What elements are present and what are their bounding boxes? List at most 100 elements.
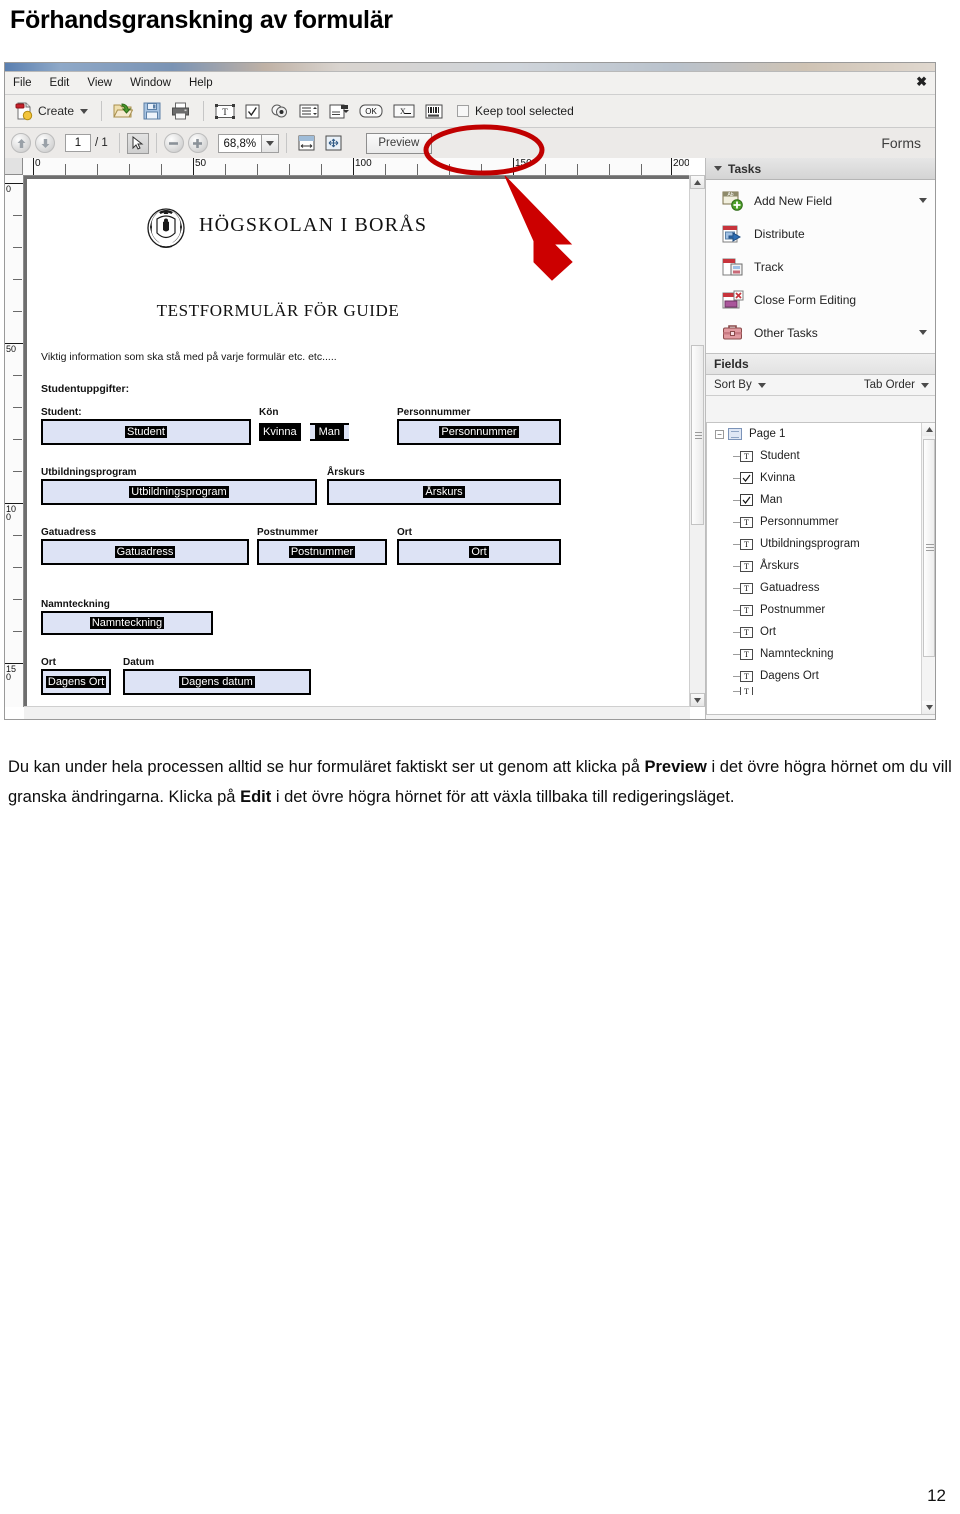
field-group-postnummer: Postnummer Postnummer bbox=[257, 527, 387, 565]
keep-tool-selected-checkbox[interactable]: Keep tool selected bbox=[457, 104, 574, 118]
window-body: 0 50 100 150 200 0 50 100 150 HÖGSKOLAN … bbox=[5, 158, 935, 719]
tab-order-dropdown[interactable]: Tab Order bbox=[864, 379, 929, 391]
tree-node-personnummer[interactable]: T Personnummer bbox=[707, 511, 922, 533]
chevron-down-icon[interactable] bbox=[919, 330, 927, 335]
text-field-icon: T bbox=[740, 516, 753, 528]
toolbar-separator bbox=[285, 133, 287, 153]
text-field-icon: T bbox=[740, 604, 753, 616]
checkbox-box[interactable] bbox=[457, 105, 470, 117]
zoom-out-button[interactable] bbox=[163, 133, 184, 153]
scroll-down-icon[interactable] bbox=[922, 701, 935, 714]
page-number-input[interactable]: 1 bbox=[65, 134, 91, 152]
fields-panel-header[interactable]: Fields bbox=[706, 353, 935, 375]
coat-of-arms-icon bbox=[145, 201, 187, 249]
fields-tree-scrollbar[interactable] bbox=[921, 423, 935, 714]
scroll-up-icon[interactable] bbox=[922, 423, 935, 436]
caption-part-1: Du kan under hela processen alltid se hu… bbox=[8, 758, 645, 776]
preview-button[interactable]: Preview bbox=[365, 132, 432, 154]
task-add-new-field[interactable]: Ab Add New Field bbox=[706, 184, 935, 217]
barcode-field-tool[interactable] bbox=[421, 98, 447, 124]
menu-item-help[interactable]: Help bbox=[180, 72, 222, 94]
form-field-personnummer[interactable]: Personnummer bbox=[397, 419, 561, 445]
tree-node-arskurs[interactable]: T Årskurs bbox=[707, 555, 922, 577]
print-button[interactable] bbox=[167, 98, 194, 124]
scrollbar-thumb[interactable] bbox=[923, 439, 935, 657]
pdf-page-canvas[interactable]: HÖGSKOLAN I BORÅS TESTFORMULÄR FÖR GUIDE… bbox=[24, 176, 689, 707]
chevron-down-icon[interactable] bbox=[80, 108, 89, 114]
tree-node-gatuadress[interactable]: T Gatuadress bbox=[707, 577, 922, 599]
tree-node-student[interactable]: T Student bbox=[707, 445, 922, 467]
tree-line bbox=[733, 565, 740, 567]
zoom-in-button[interactable] bbox=[187, 133, 208, 153]
sort-by-dropdown[interactable]: Sort By bbox=[714, 379, 766, 391]
toolbar-separator bbox=[118, 133, 120, 153]
task-label: Other Tasks bbox=[754, 325, 818, 340]
caption-bold-edit: Edit bbox=[240, 788, 272, 806]
form-field-utbildningsprogram[interactable]: Utbildningsprogram bbox=[41, 479, 317, 505]
viewer-horizontal-scrollbar[interactable] bbox=[24, 706, 690, 719]
other-tasks-icon bbox=[722, 323, 744, 343]
tree-node-label: Utbildningsprogram bbox=[760, 538, 860, 550]
zoom-level-input[interactable]: 68,8% bbox=[217, 133, 262, 153]
create-button[interactable]: Create bbox=[11, 98, 92, 124]
task-other-tasks[interactable]: Other Tasks bbox=[706, 316, 935, 349]
form-field-arskurs[interactable]: Årskurs bbox=[327, 479, 561, 505]
tree-node-dagens-ort[interactable]: T Dagens Ort bbox=[707, 665, 922, 687]
tree-node-namnteckning[interactable]: T Namnteckning bbox=[707, 643, 922, 665]
viewer-vertical-scrollbar[interactable] bbox=[689, 175, 705, 707]
form-field-kvinna[interactable]: Kvinna bbox=[259, 423, 301, 441]
tree-node-man[interactable]: Man bbox=[707, 489, 922, 511]
collapse-icon[interactable]: − bbox=[715, 429, 724, 439]
text-field-tool[interactable]: T bbox=[211, 98, 239, 124]
close-icon[interactable]: ✖ bbox=[916, 75, 927, 89]
menu-item-window[interactable]: Window bbox=[121, 72, 180, 94]
tree-node-partial[interactable]: T bbox=[707, 687, 922, 695]
next-page-button[interactable] bbox=[35, 133, 55, 153]
tree-node-postnummer[interactable]: T Postnummer bbox=[707, 599, 922, 621]
tree-node-ort[interactable]: T Ort bbox=[707, 621, 922, 643]
form-field-gatuadress[interactable]: Gatuadress bbox=[41, 539, 249, 565]
tree-line bbox=[733, 477, 740, 479]
chevron-down-icon[interactable] bbox=[919, 198, 927, 203]
zoom-dropdown-button[interactable] bbox=[261, 133, 279, 153]
field-label: Namnteckning bbox=[41, 599, 110, 610]
tree-node-page1[interactable]: − Page 1 bbox=[707, 423, 922, 445]
scrollbar-thumb[interactable] bbox=[691, 345, 704, 525]
form-field-postnummer[interactable]: Postnummer bbox=[257, 539, 387, 565]
form-field-ort[interactable]: Ort bbox=[397, 539, 561, 565]
checkbox-field-tool[interactable] bbox=[241, 98, 264, 124]
form-field-namnteckning[interactable]: Namnteckning bbox=[41, 611, 213, 635]
list-box-field-tool[interactable] bbox=[295, 98, 323, 124]
tree-node-label: Page 1 bbox=[749, 428, 786, 440]
menu-item-view[interactable]: View bbox=[78, 72, 121, 94]
push-button-field-tool[interactable]: OK bbox=[355, 98, 387, 124]
scroll-up-icon[interactable] bbox=[690, 175, 705, 189]
tree-line bbox=[733, 631, 740, 633]
tree-node-kvinna[interactable]: Kvinna bbox=[707, 467, 922, 489]
menu-item-edit[interactable]: Edit bbox=[41, 72, 79, 94]
menu-item-file[interactable]: File bbox=[5, 72, 41, 94]
caption-bold-preview: Preview bbox=[644, 758, 707, 776]
close-form-editing-icon bbox=[722, 290, 744, 310]
fit-width-button[interactable] bbox=[294, 130, 319, 156]
chevron-down-icon bbox=[921, 382, 929, 388]
fit-page-button[interactable] bbox=[321, 130, 346, 156]
dropdown-field-tool[interactable] bbox=[325, 98, 353, 124]
form-field-student[interactable]: Student bbox=[41, 419, 251, 445]
save-button[interactable] bbox=[139, 98, 165, 124]
signature-field-tool[interactable]: X bbox=[389, 98, 419, 124]
previous-page-button[interactable] bbox=[11, 133, 31, 153]
form-field-man[interactable]: Man bbox=[309, 423, 350, 441]
tree-node-utbildningsprogram[interactable]: T Utbildningsprogram bbox=[707, 533, 922, 555]
scroll-down-icon[interactable] bbox=[690, 693, 705, 707]
task-close-form-editing[interactable]: Close Form Editing bbox=[706, 283, 935, 316]
tasks-panel-header[interactable]: Tasks bbox=[706, 158, 935, 180]
form-field-dagens-datum[interactable]: Dagens datum bbox=[123, 669, 311, 695]
task-distribute[interactable]: Distribute bbox=[706, 217, 935, 250]
select-tool-button[interactable] bbox=[126, 132, 149, 154]
fields-tree[interactable]: − Page 1 T Student Kvinna Man T Personnu… bbox=[706, 422, 935, 715]
task-track[interactable]: Track bbox=[706, 250, 935, 283]
radio-button-field-tool[interactable] bbox=[266, 98, 293, 124]
open-button[interactable] bbox=[109, 98, 137, 124]
form-field-dagens-ort[interactable]: Dagens Ort bbox=[41, 669, 111, 695]
